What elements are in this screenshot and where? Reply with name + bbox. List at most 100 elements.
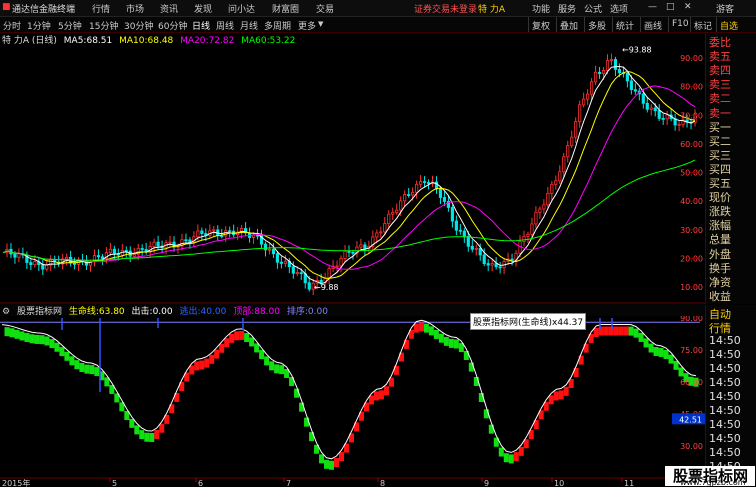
candle-body [403,194,407,202]
indicator-down-block [503,453,509,463]
candle-body [474,247,478,250]
candle-body [645,102,649,110]
candle-body [601,70,606,74]
guest-user[interactable]: 游客 [716,2,734,15]
indicator-up-block [558,390,564,400]
indicator-up-block [219,343,225,353]
indicator-up-block [234,331,240,341]
top-value: 88.00 [254,307,280,317]
candle-body [478,247,482,256]
exit-label: 出击: [131,307,153,317]
indicator-down-block [9,328,15,338]
candle-body [399,200,403,211]
indicator-down-block [129,418,135,428]
candle-body [339,257,343,267]
candle-body [375,232,379,238]
indicator-up-block [229,333,235,343]
x-axis-month-label: 11 [624,479,634,487]
candle-body [566,145,570,158]
candle-body [510,258,514,261]
indicator-down-block [423,323,429,333]
indicator-up-block [608,326,614,336]
candle-body [96,255,101,258]
candle-body [613,59,618,70]
candle-body [283,260,287,264]
candle-body [526,233,530,237]
candle-body [152,241,156,247]
indicator-down-block [274,364,280,374]
candle-body [224,230,228,237]
indicator-settings-icon[interactable]: ⚙ [2,307,10,317]
indicator-down-block [304,417,310,427]
candle-body [538,208,542,213]
candle-body [327,268,331,279]
indicator-down-block [643,338,649,348]
candle-body [570,136,574,147]
candle-body [438,188,443,198]
indicator-down-block [438,333,444,343]
tick-time: 14:50 [709,362,741,375]
indicator-tooltip: 股票指标网(生命线)x44.37 [470,313,587,330]
ma20-line [2,85,696,270]
tick-time: 14:50 [709,432,741,445]
candle-body [196,230,200,238]
candle-body [415,183,419,193]
high-price-annotation: ←93.88 [622,45,652,54]
indicator-up-block [214,349,220,359]
indicator-down-block [39,335,45,345]
indicator-up-block [613,326,619,336]
candle-body [395,209,399,213]
tick-time: 14:50 [709,404,741,417]
indicator-up-block [553,391,559,401]
indicator-title[interactable]: 股票指标网 [17,307,62,317]
candle-body [450,207,454,222]
candle-body [184,239,188,242]
indicator-down-block [324,459,330,469]
candle-body [343,250,347,259]
candle-body [633,89,637,92]
candle-body [299,272,303,275]
indicator-down-block [648,343,654,353]
candle-body [255,234,260,237]
indicator-down-block [249,337,255,347]
indicator-down-block [24,333,30,343]
indicator-down-block [69,356,75,366]
x-axis-month-label: 8 [380,479,385,487]
candle-body [542,204,546,210]
tick-time: 14:50 [709,376,741,389]
candle-body [653,107,657,112]
candle-body [271,248,276,255]
candle-body [295,272,299,275]
indicator-down-block [633,328,639,338]
candle-body [554,180,558,185]
indicator-down-block [79,363,85,373]
btn-zixuan[interactable]: 自选 [716,17,741,32]
candle-body [212,229,216,232]
indicator-up-block [418,322,424,332]
candle-body [391,212,395,215]
quote-panel: 委比 卖五 卖四 卖三 卖二 卖一 买一 买二 买三 买四 买五 现价 涨跌 涨幅 总量 外盘 换手 净资 收益 [705,33,756,304]
kline-chart[interactable]: 90.0080.0070.0060.0050.0040.0030.0020.00… [0,0,705,487]
candle-body [279,261,283,264]
candle-body [625,72,629,82]
indicator-up-block [224,338,230,348]
candle-body [546,192,550,206]
indicator-up-block [623,326,629,336]
candle-body [307,282,311,290]
indicator-down-block [14,329,20,339]
candle-body [100,256,105,259]
candle-body [498,266,502,269]
candle-body [609,59,614,61]
lifeline-value: 63.80 [98,307,125,317]
candle-body [387,213,391,224]
indicator-up-block [239,330,245,340]
indicator-down-block [319,454,325,464]
candle-body [267,248,272,251]
indicator-down-block [259,350,265,360]
tick-time: 14:50 [709,334,741,347]
indicator-down-block [508,454,514,464]
candle-body [586,93,590,100]
candle-body [494,263,498,268]
out-label: 逃出: [179,307,201,317]
candle-body [188,239,192,243]
